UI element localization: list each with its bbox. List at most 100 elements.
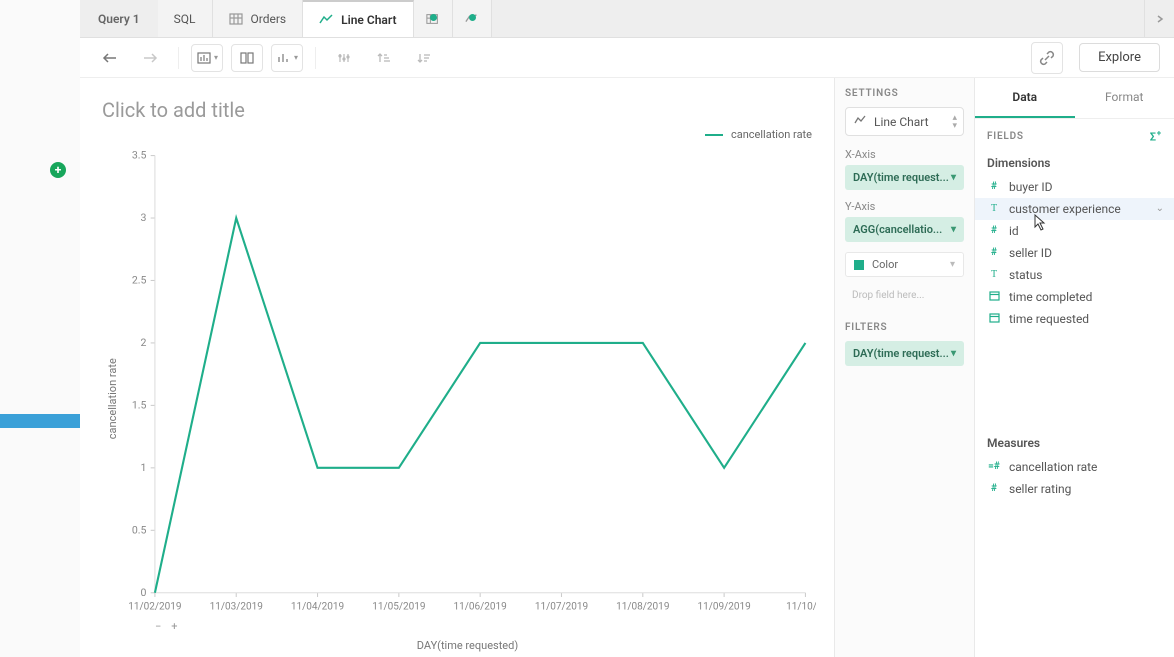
svg-text:11/05/2019: 11/05/2019 [372, 602, 425, 613]
add-calculated-field-button[interactable]: Σ+ [1150, 129, 1162, 144]
svg-text:3.5: 3.5 [132, 149, 147, 162]
legend-label: cancellation rate [731, 128, 812, 141]
fields-tab-format[interactable]: Format [1075, 78, 1174, 118]
field-label: seller ID [1009, 246, 1052, 260]
legend-swatch [705, 134, 723, 136]
line-chart-icon [854, 114, 866, 129]
yaxis-section-label: Y-Axis [845, 200, 964, 213]
xaxis-section-label: X-Axis [845, 148, 964, 161]
field-label: status [1009, 268, 1042, 282]
x-axis-title: DAY(time requested) [119, 633, 816, 652]
chart-area: Click to add title cancellation rate can… [80, 78, 834, 657]
yaxis-pill[interactable]: AGG(cancellatio...▾ [845, 217, 964, 242]
svg-text:1.5: 1.5 [132, 399, 147, 412]
svg-text:2: 2 [141, 336, 147, 349]
filter-pill[interactable]: DAY(time request...▾ [845, 341, 964, 366]
query-name-label[interactable]: Query 1 [80, 0, 158, 37]
field-label: id [1009, 224, 1019, 238]
table-icon [229, 12, 243, 26]
settings-panel: Settings Line Chart ▴▾ X-Axis DAY(time r… [834, 78, 974, 657]
chart-presets-button[interactable]: ▾ [191, 44, 223, 72]
collapse-tabs-button[interactable] [1144, 0, 1174, 37]
tab-strip: Query 1 SQL Orders Line Chart [80, 0, 1174, 38]
zoom-out-button[interactable]: − [155, 620, 161, 633]
new-chart-tab-button[interactable] [453, 0, 492, 37]
explore-button[interactable]: Explore [1079, 43, 1160, 72]
new-table-tab-button[interactable] [414, 0, 453, 37]
undo-button[interactable] [94, 44, 126, 72]
add-panel-button[interactable]: + [50, 162, 66, 178]
dimension-item[interactable]: Tcustomer experience⌄ [975, 198, 1174, 220]
tab-orders[interactable]: Orders [213, 0, 304, 37]
toolbar: ▾ ▾ Explore [80, 38, 1174, 78]
sort-asc-button[interactable] [368, 44, 400, 72]
color-swatch [854, 260, 864, 270]
y-axis-title: cancellation rate [102, 145, 119, 652]
caret-down-icon: ▾ [951, 348, 956, 359]
field-label: time requested [1009, 312, 1089, 326]
caret-down-icon: ▾ [951, 172, 956, 183]
settings-heading: Settings [845, 88, 964, 99]
chart-type-selector[interactable]: Line Chart ▴▾ [845, 107, 964, 136]
tab-sql[interactable]: SQL [158, 0, 213, 37]
svg-text:0.5: 0.5 [132, 523, 147, 536]
dimension-item[interactable]: time completed [975, 286, 1174, 308]
svg-text:11/04/2019: 11/04/2019 [291, 602, 344, 613]
left-rail-active-indicator [0, 414, 80, 428]
line-chart-plot[interactable]: 0 0.5 1 1.5 2 2.5 3 3.5 11/02/2019 11/03/2019 11/0… [119, 145, 816, 620]
chart-plus-icon [465, 12, 479, 26]
dimension-item[interactable]: time requested [975, 308, 1174, 330]
color-label: Color [872, 258, 898, 271]
dimension-item[interactable]: #seller ID [975, 242, 1174, 264]
legend: cancellation rate [705, 128, 812, 141]
field-label: customer experience [1009, 202, 1121, 216]
tab-line-chart[interactable]: Line Chart [303, 0, 413, 37]
svg-text:11/10/...: 11/10/... [786, 602, 816, 613]
field-label: buyer ID [1009, 180, 1053, 194]
chart-type-label: Line Chart [874, 115, 929, 129]
updown-icon: ▴▾ [952, 114, 957, 130]
dimension-item[interactable]: #buyer ID [975, 176, 1174, 198]
line-chart-icon [319, 13, 333, 27]
field-label: time completed [1009, 290, 1092, 304]
svg-text:11/08/2019: 11/08/2019 [616, 602, 669, 613]
svg-text:3: 3 [141, 211, 147, 224]
svg-text:11/03/2019: 11/03/2019 [210, 602, 263, 613]
measure-item[interactable]: #seller rating [975, 478, 1174, 500]
svg-text:2.5: 2.5 [132, 274, 147, 287]
zoom-in-button[interactable]: + [171, 620, 177, 633]
filters-heading: Filters [845, 322, 964, 333]
color-encoding-selector[interactable]: Color ▾ [845, 252, 964, 277]
xaxis-pill[interactable]: DAY(time request...▾ [845, 165, 964, 190]
tab-orders-label: Orders [251, 12, 287, 26]
fields-tab-data[interactable]: Data [975, 78, 1075, 118]
svg-text:1: 1 [141, 461, 147, 474]
svg-text:11/02/2019: 11/02/2019 [128, 602, 181, 613]
caret-down-icon: ▾ [951, 224, 956, 235]
dimension-item[interactable]: #id [975, 220, 1174, 242]
fields-heading: Fields [987, 131, 1024, 142]
table-plus-icon [426, 12, 440, 26]
tab-sql-label: SQL [174, 12, 196, 26]
redo-button[interactable] [134, 44, 166, 72]
drop-field-target[interactable]: Drop field here... [845, 283, 964, 308]
measure-item[interactable]: =#cancellation rate [975, 456, 1174, 478]
left-rail [0, 0, 80, 657]
dimensions-group-title: Dimensions [975, 150, 1174, 176]
filter-toggle-button[interactable] [328, 44, 360, 72]
svg-text:0: 0 [141, 586, 147, 599]
chevron-down-icon[interactable]: ⌄ [1156, 203, 1164, 214]
sort-desc-button[interactable] [408, 44, 440, 72]
caret-down-icon: ▾ [950, 259, 955, 270]
tab-line-chart-label: Line Chart [341, 13, 396, 27]
copy-link-button[interactable] [1031, 42, 1063, 74]
dimension-item[interactable]: Tstatus [975, 264, 1174, 286]
chart-title-input[interactable]: Click to add title [102, 98, 816, 122]
svg-text:11/07/2019: 11/07/2019 [535, 602, 588, 613]
measures-group-title: Measures [975, 430, 1174, 456]
aggregate-button[interactable]: ▾ [271, 44, 303, 72]
field-label: seller rating [1009, 482, 1071, 496]
svg-text:11/09/2019: 11/09/2019 [697, 602, 750, 613]
layout-button[interactable] [231, 44, 263, 72]
fields-panel: Data Format Fields Σ+ Dimensions #buyer … [974, 78, 1174, 657]
